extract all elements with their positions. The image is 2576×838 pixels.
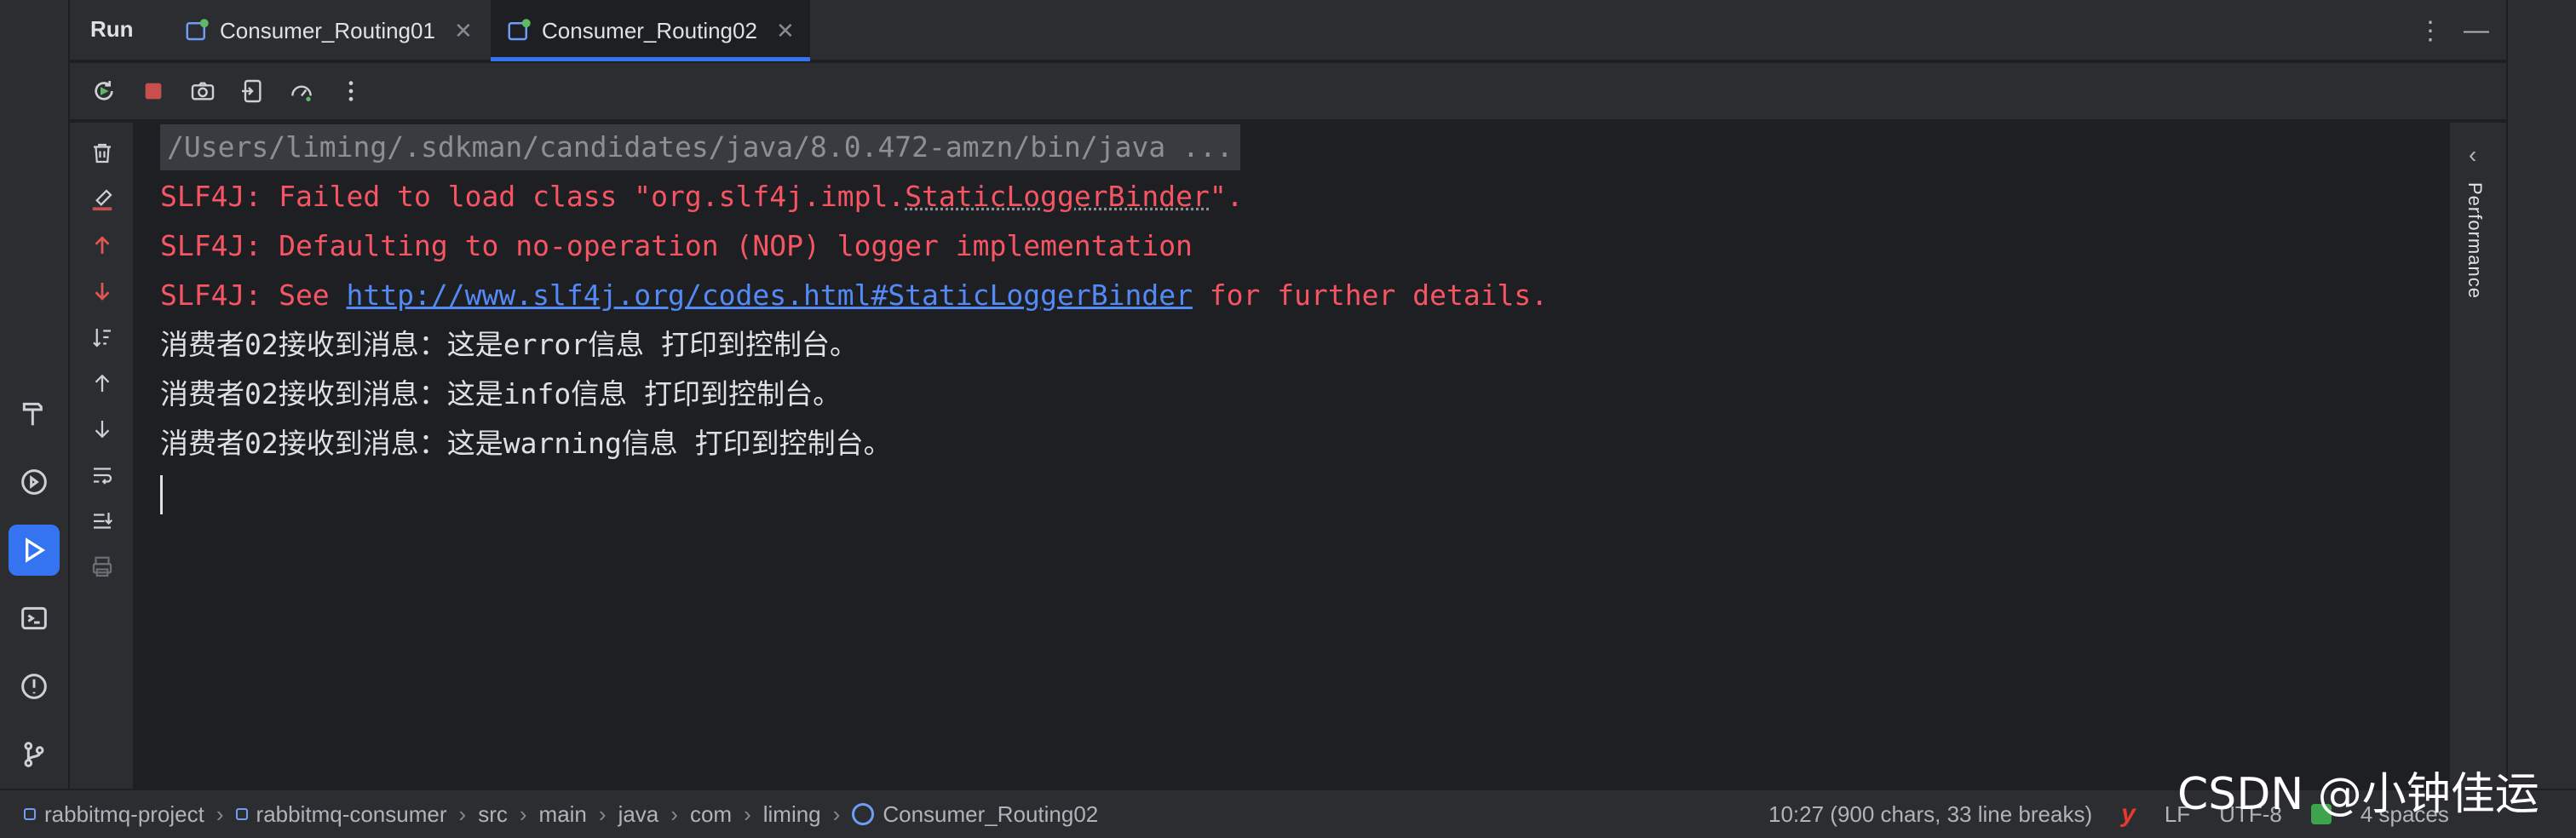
unresolved-class-text: StaticLoggerBinder [905,180,1210,213]
close-icon[interactable]: ✕ [454,18,473,44]
scroll-to-end-icon[interactable] [85,504,119,538]
clear-brush-icon[interactable] [85,182,119,216]
profiler-icon[interactable] [285,74,319,108]
run-label: Run [90,16,134,42]
breadcrumb-item-class[interactable]: Consumer_Routing02 [852,801,1098,828]
build-hammer-icon[interactable] [9,388,60,439]
breadcrumb-separator: › [598,801,607,827]
chevron-left-icon[interactable]: ‹ [2469,141,2476,169]
console-error-line: SLF4J: See http://www.slf4j.org/codes.ht… [160,278,1549,312]
caret-position[interactable]: 10:27 (900 chars, 33 line breaks) [1768,801,2092,828]
arrow-up-red-icon[interactable] [85,228,119,262]
rerun-icon[interactable] [87,74,121,108]
activity-bar [0,0,70,789]
console-output-line: 消费者02接收到消息：这是warning信息 打印到控制台。 [160,427,892,460]
run-config-icon [186,19,209,41]
run-toolbar [70,63,2506,121]
right-tool-strip [2506,0,2576,789]
breadcrumb-item-module[interactable]: rabbitmq-consumer [235,801,447,828]
performance-tab[interactable]: Performance [2464,182,2486,299]
close-icon[interactable]: ✕ [776,18,795,44]
run-config-icon [508,19,531,41]
more-options-icon[interactable]: ⋮ [2418,16,2443,46]
watermark: CSDN @小钟佳运 [2177,769,2539,820]
more-actions-icon[interactable] [334,74,368,108]
breadcrumb-item-java[interactable]: java [618,801,659,828]
arrow-down-icon[interactable] [85,412,119,446]
sort-icon[interactable] [85,320,119,354]
terminal-icon[interactable] [9,593,60,644]
console-command-line: /Users/liming/.sdkman/candidates/java/8.… [160,124,1240,170]
breadcrumb: rabbitmq-project › rabbitmq-consumer › s… [24,790,1098,838]
plugin-icon[interactable]: y [2121,800,2136,829]
breadcrumb-item-liming[interactable]: liming [763,801,821,828]
breadcrumb-item-main[interactable]: main [539,801,587,828]
breadcrumb-item-src[interactable]: src [478,801,508,828]
console-error-line: SLF4J: Failed to load class "org.slf4j.i… [160,180,1244,213]
breadcrumb-separator: › [519,801,527,827]
tab-label: Consumer_Routing01 [220,17,435,43]
print-icon[interactable] [85,550,119,584]
breadcrumb-item-com[interactable]: com [690,801,732,828]
tab-label: Consumer_Routing02 [542,17,757,43]
console-output[interactable]: /Users/liming/.sdkman/candidates/java/8.… [136,123,2448,789]
exit-icon[interactable] [235,74,269,108]
run-tool-window-header: Run Consumer_Routing01 ✕ Consumer_Routin… [70,0,2506,61]
arrow-up-icon[interactable] [85,366,119,400]
minimize-icon[interactable]: — [2464,16,2489,45]
git-branch-icon[interactable] [9,729,60,780]
class-icon [852,803,875,825]
breadcrumb-separator: › [744,801,751,827]
header-actions: ⋮ — [2418,0,2489,61]
console-gutter [70,123,135,789]
stop-icon[interactable] [136,74,170,108]
services-icon[interactable] [9,456,60,508]
text-caret [160,475,163,514]
breadcrumb-separator: › [216,801,224,827]
run-tool-icon[interactable] [9,525,60,576]
breadcrumb-separator: › [832,801,841,827]
tab-consumer-routing01[interactable]: Consumer_Routing01 ✕ [169,0,488,61]
arrow-down-red-icon[interactable] [85,274,119,308]
breadcrumb-item-project[interactable]: rabbitmq-project [24,801,204,828]
performance-side-panel[interactable]: ‹ Performance [2448,123,2506,789]
clear-trash-icon[interactable] [85,136,119,170]
breadcrumb-separator: › [458,801,467,827]
soft-wrap-icon[interactable] [85,458,119,492]
module-icon [24,808,36,820]
console-output-line: 消费者02接收到消息：这是info信息 打印到控制台。 [160,377,842,410]
console-output-line: 消费者02接收到消息：这是error信息 打印到控制台。 [160,328,858,361]
tab-consumer-routing02[interactable]: Consumer_Routing02 ✕ [491,0,810,61]
module-icon [235,808,248,820]
console-error-line: SLF4J: Defaulting to no-operation (NOP) … [160,229,1193,262]
camera-icon[interactable] [186,74,220,108]
breadcrumb-separator: › [670,801,678,827]
slf4j-doc-link[interactable]: http://www.slf4j.org/codes.html#StaticLo… [347,278,1193,312]
problems-icon[interactable] [9,661,60,712]
